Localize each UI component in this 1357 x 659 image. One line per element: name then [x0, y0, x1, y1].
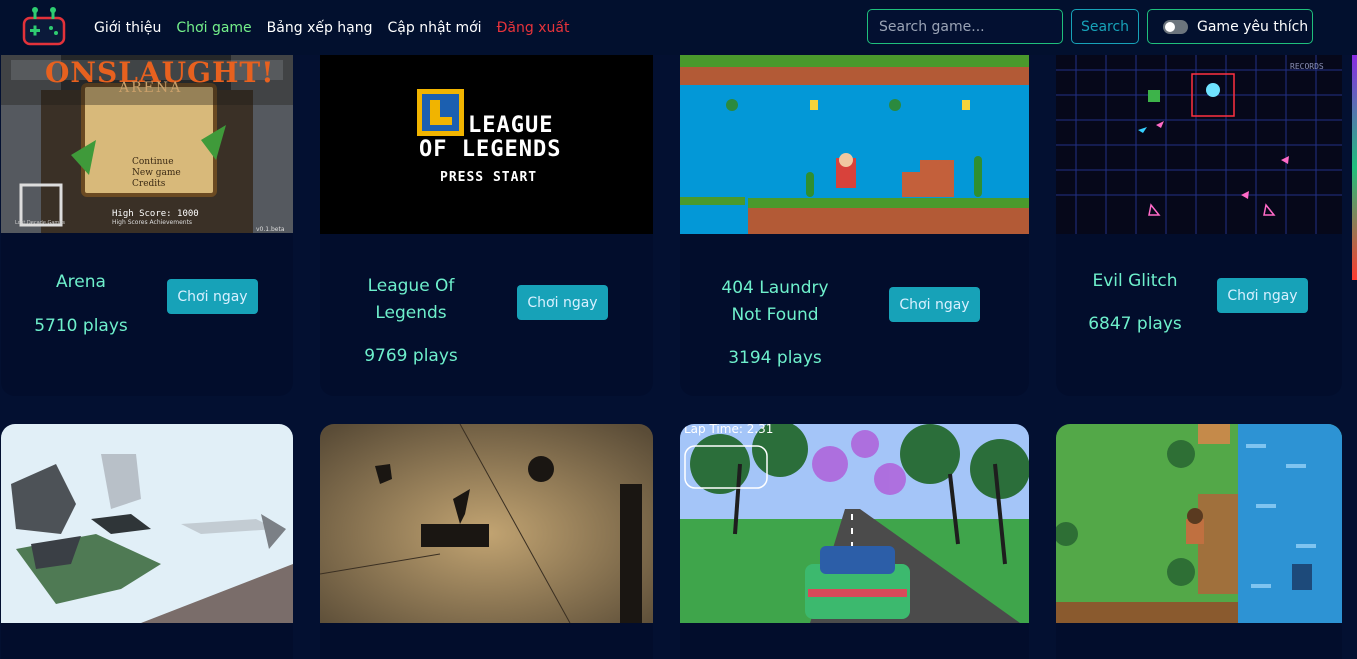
thumb-high-score: High Score: 1000 [112, 209, 199, 219]
game-card-evil-glitch: RECORDS Evil Glitch 6847 plays Chơi ngay [1056, 0, 1342, 396]
game-card-8 [1056, 424, 1342, 659]
thumb-menu-2: Credits [132, 179, 166, 189]
play-now-button[interactable]: Chơi ngay [1217, 278, 1308, 313]
thumb-footer: High Scores Achievements [112, 219, 193, 226]
game-plays: 5710 plays [34, 316, 128, 336]
nav-play-game[interactable]: Chơi game [176, 20, 251, 36]
thumb-studio: Lost Decade Games [15, 220, 65, 226]
thumb-logo-line1: LEAGUE [468, 113, 554, 138]
nav-about[interactable]: Giới thiệu [94, 20, 161, 36]
search-input[interactable] [867, 9, 1063, 44]
game-title: Evil Glitch [1092, 271, 1178, 291]
scrollbar-accent [1352, 55, 1357, 280]
main-nav: Giới thiệu Chơi game Bảng xếp hạng Cập n… [94, 0, 584, 55]
game-plays: 3194 plays [728, 348, 822, 368]
game-plays: 6847 plays [1088, 314, 1182, 334]
game-plays: 9769 plays [364, 346, 458, 366]
play-now-button[interactable]: Chơi ngay [889, 287, 980, 322]
game-thumbnail[interactable] [1, 424, 293, 623]
thumb-menu-0: Continue [132, 157, 174, 167]
game-card-arena: ONSLAUGHT! ARENA Continue New game Credi… [1, 0, 293, 396]
favorite-games-toggle[interactable]: Game yêu thích [1147, 9, 1313, 44]
thumb-subtitle: ARENA [119, 80, 183, 96]
game-card-7: Lap Time: 2.31 [680, 424, 1029, 659]
nav-updates[interactable]: Cập nhật mới [388, 20, 482, 36]
thumb-press-start: PRESS START [440, 170, 538, 185]
gamepad-logo-icon[interactable] [22, 6, 66, 46]
nav-leaderboard[interactable]: Bảng xếp hạng [267, 20, 373, 36]
game-card-5 [1, 424, 293, 659]
play-now-button[interactable]: Chơi ngay [167, 279, 258, 314]
game-card-league-of-legends: LEAGUE OF LEGENDS PRESS START League Of … [320, 0, 653, 396]
nav-logout[interactable]: Đăng xuất [497, 20, 570, 36]
game-card-6 [320, 424, 653, 659]
game-thumbnail[interactable] [320, 424, 653, 623]
game-thumbnail[interactable]: Lap Time: 2.31 [680, 424, 1029, 623]
thumb-menu-1: New game [132, 168, 181, 178]
thumb-logo-line2: OF LEGENDS [419, 137, 562, 162]
game-title: 404 Laundry Not Found [721, 278, 829, 325]
thumb-version: v0.1.beta [256, 226, 285, 233]
navbar: Giới thiệu Chơi game Bảng xếp hạng Cập n… [0, 0, 1357, 55]
thumb-records: RECORDS [1290, 62, 1324, 71]
toggle-switch-icon[interactable] [1163, 19, 1188, 34]
game-title: League Of Legends [367, 276, 455, 323]
game-title: Arena [56, 272, 106, 292]
game-card-404-laundry: 404 Laundry Not Found 3194 plays Chơi ng… [680, 0, 1029, 396]
thumb-lap-time: Lap Time: 2.31 [684, 424, 774, 436]
play-now-button[interactable]: Chơi ngay [517, 285, 608, 320]
favorite-games-label: Game yêu thích [1197, 18, 1309, 35]
game-thumbnail[interactable] [1056, 424, 1342, 623]
search-button[interactable]: Search [1071, 9, 1139, 44]
